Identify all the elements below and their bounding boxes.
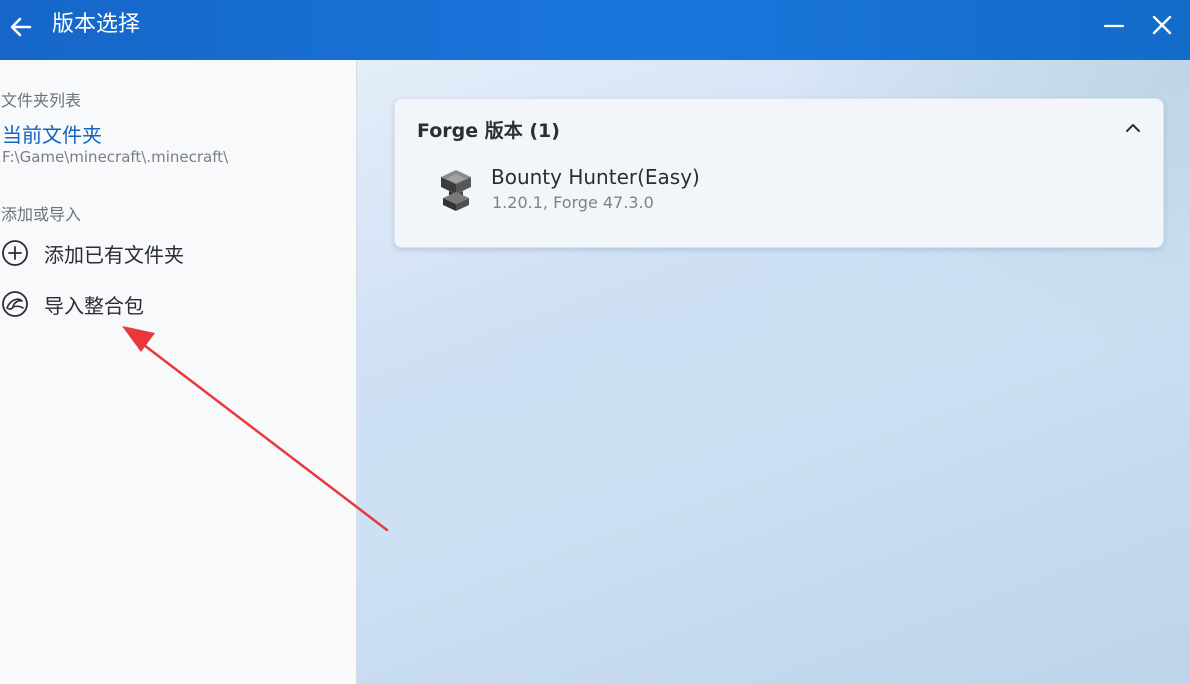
group-title: Forge 版本 (1) [417,120,560,142]
close-button[interactable] [1144,10,1180,40]
add-existing-folder-button[interactable]: 添加已有文件夹 [0,235,340,271]
page-title: 版本选择 [52,12,141,37]
import-modpack-button[interactable]: 导入整合包 [0,286,340,322]
import-modpack-label: 导入整合包 [44,293,144,318]
sidebar: 文件夹列表 当前文件夹 F:\Game\minecraft\.minecraft… [0,60,357,684]
forge-version-group: Forge 版本 (1) Bounty Hunter(Easy) 1.20.1,… [394,98,1164,248]
back-button[interactable] [4,10,38,44]
add-circle-icon [0,238,30,268]
current-folder-link[interactable]: 当前文件夹 [2,119,102,148]
chevron-up-icon [1126,124,1140,132]
current-folder-path: F:\Game\minecraft\.minecraft\ [2,148,229,166]
version-details: 1.20.1, Forge 47.3.0 [492,193,654,212]
import-package-icon [0,289,30,319]
add-section-label: 添加或导入 [1,205,82,224]
close-icon [1152,15,1172,35]
collapse-button[interactable] [1121,116,1145,140]
minimize-button[interactable] [1096,10,1132,40]
minimize-icon [1103,24,1125,28]
title-bar: 版本选择 [0,0,1190,60]
arrow-left-icon [10,17,32,37]
version-name: Bounty Hunter(Easy) [491,165,700,189]
folders-section-label: 文件夹列表 [1,91,82,110]
add-existing-folder-label: 添加已有文件夹 [44,242,184,267]
main-content: Forge 版本 (1) Bounty Hunter(Easy) 1.20.1,… [357,60,1190,684]
version-list-item[interactable]: Bounty Hunter(Easy) 1.20.1, Forge 47.3.0 [433,161,1133,217]
version-select-window: 版本选择 文件夹列表 当前文件夹 F:\Game\minecraft\.mine… [0,0,1190,684]
anvil-icon [441,170,471,211]
